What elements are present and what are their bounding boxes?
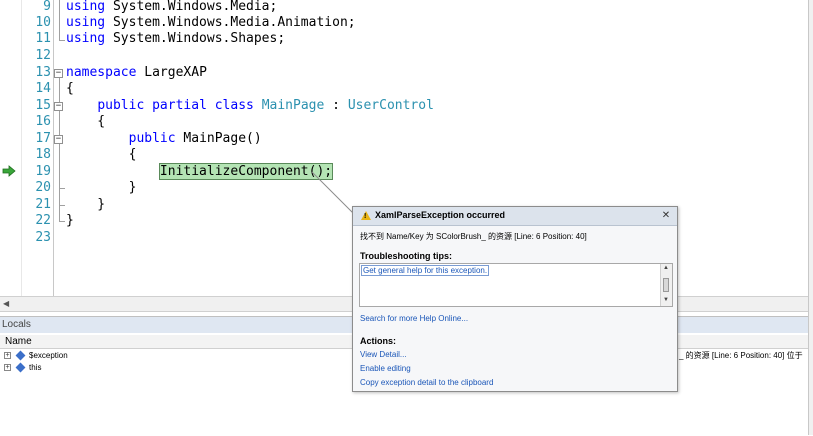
actions-heading: Actions: bbox=[360, 336, 396, 346]
code-line-19[interactable]: InitializeComponent(); bbox=[66, 163, 334, 180]
troubleshooting-tips-list[interactable]: Get general help for this exception. ▲ ▼ bbox=[359, 263, 673, 307]
popup-header: ! XamlParseException occurred ✕ bbox=[353, 207, 677, 226]
code-line-20[interactable]: } bbox=[66, 180, 137, 196]
variable-icon bbox=[15, 362, 26, 373]
code-line-17[interactable]: public MainPage() bbox=[66, 131, 262, 147]
line-number: 14 bbox=[35, 81, 51, 96]
code-line-10[interactable]: using System.Windows.Media.Animation; bbox=[66, 15, 356, 31]
outline-line bbox=[59, 0, 60, 40]
copy-exception-link[interactable]: Copy exception detail to the clipboard bbox=[360, 378, 493, 387]
outline-end-tick bbox=[59, 205, 65, 206]
outline-end-tick bbox=[59, 188, 65, 189]
enable-editing-link[interactable]: Enable editing bbox=[360, 364, 411, 373]
scroll-down-icon[interactable]: ▼ bbox=[663, 297, 669, 303]
code-line-13[interactable]: namespace LargeXAP bbox=[66, 65, 207, 81]
line-number: 22 bbox=[35, 213, 51, 228]
expand-icon[interactable]: + bbox=[4, 352, 11, 359]
line-number: 15 bbox=[35, 98, 51, 113]
collapse-namespace-icon[interactable]: − bbox=[54, 69, 63, 78]
code-line-9[interactable]: using System.Windows.Media; bbox=[66, 0, 277, 15]
breakpoint-margin[interactable] bbox=[0, 0, 22, 296]
close-icon[interactable]: ✕ bbox=[661, 211, 671, 221]
code-line-16[interactable]: { bbox=[66, 114, 105, 130]
scroll-thumb[interactable] bbox=[663, 278, 669, 292]
outline-end-tick bbox=[59, 40, 65, 41]
tips-scrollbar[interactable]: ▲ ▼ bbox=[660, 264, 672, 306]
line-number: 12 bbox=[35, 48, 51, 63]
line-number: 11 bbox=[35, 31, 51, 46]
window-right-edge bbox=[808, 0, 813, 435]
line-number: 21 bbox=[35, 197, 51, 212]
outline-end-tick bbox=[59, 221, 65, 222]
collapse-method-icon[interactable]: − bbox=[54, 135, 63, 144]
line-number: 19 bbox=[35, 164, 51, 179]
line-number-separator bbox=[53, 0, 54, 296]
variable-value: _ 的资源 [Line: 6 Position: 40] 位于 bbox=[679, 351, 803, 360]
line-number: 10 bbox=[35, 15, 51, 30]
exception-assistant-popup: ! XamlParseException occurred ✕ 找不到 Name… bbox=[352, 206, 678, 392]
current-statement-arrow-icon bbox=[2, 165, 16, 177]
line-number: 23 bbox=[35, 230, 51, 245]
exception-title: XamlParseException occurred bbox=[375, 210, 506, 220]
code-line-18[interactable]: { bbox=[66, 147, 137, 163]
line-number: 18 bbox=[35, 147, 51, 162]
variable-name: $exception bbox=[29, 351, 68, 360]
search-help-link[interactable]: Search for more Help Online... bbox=[360, 314, 468, 323]
code-line-15[interactable]: public partial class MainPage : UserCont… bbox=[66, 98, 434, 114]
code-line-14[interactable]: { bbox=[66, 81, 74, 97]
scroll-up-icon[interactable]: ▲ bbox=[663, 265, 669, 271]
troubleshooting-heading: Troubleshooting tips: bbox=[360, 251, 452, 261]
tip-link[interactable]: Get general help for this exception. bbox=[361, 265, 490, 276]
variable-icon bbox=[15, 350, 26, 361]
line-number: 20 bbox=[35, 180, 51, 195]
outline-line bbox=[59, 78, 60, 221]
exception-message: 找不到 Name/Key 为 SColorBrush_ 的资源 [Line: 6… bbox=[360, 232, 587, 241]
variable-name: this bbox=[29, 363, 42, 372]
view-detail-link[interactable]: View Detail... bbox=[360, 350, 407, 359]
current-statement-highlight[interactable]: InitializeComponent(); bbox=[158, 163, 334, 180]
line-number: 9 bbox=[43, 0, 51, 14]
code-line-11[interactable]: using System.Windows.Shapes; bbox=[66, 31, 285, 47]
expand-icon[interactable]: + bbox=[4, 364, 11, 371]
collapse-class-icon[interactable]: − bbox=[54, 102, 63, 111]
scroll-left-icon[interactable]: ◀ bbox=[3, 299, 9, 308]
line-number: 16 bbox=[35, 114, 51, 129]
line-number: 17 bbox=[35, 131, 51, 146]
code-line-21[interactable]: } bbox=[66, 197, 105, 213]
line-number: 13 bbox=[35, 65, 51, 80]
code-line-22[interactable]: } bbox=[66, 213, 74, 229]
